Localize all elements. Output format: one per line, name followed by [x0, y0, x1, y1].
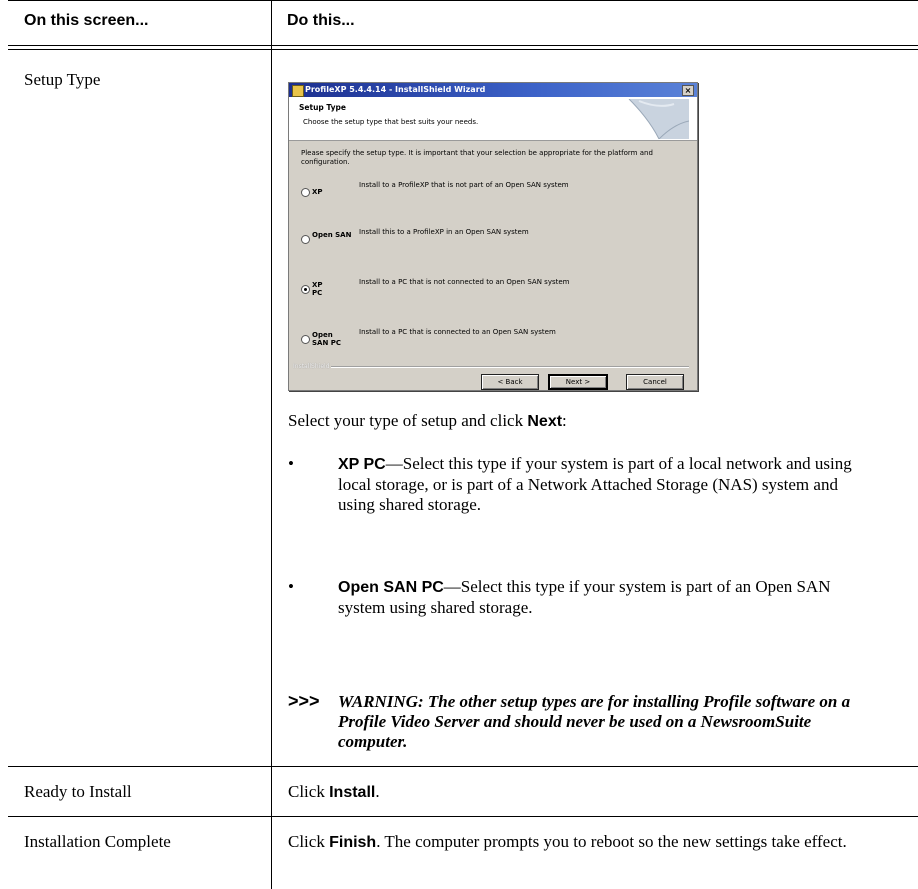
row-screen-installation-complete: Installation Complete — [24, 832, 171, 851]
setup-instruction-next: Next — [527, 413, 563, 430]
option-xp-desc: Install to a ProfileXP that is not part … — [359, 181, 569, 189]
installer-icon — [292, 85, 304, 97]
action-text: Click — [288, 832, 330, 851]
action-period: . — [375, 782, 380, 801]
row-action-ready-to-install: Click Install. — [288, 782, 380, 803]
installshield-brand: InstallShield — [293, 363, 330, 370]
header-double-rule-1 — [8, 45, 918, 46]
dialog-title: ProfileXP 5.4.4.14 - InstallShield Wizar… — [305, 85, 486, 94]
option-xp-pc-label: XP PC — [312, 281, 323, 297]
banner-subtitle: Choose the setup type that best suits yo… — [303, 118, 479, 126]
option-open-san-pc-label: Open SAN PC — [312, 331, 342, 347]
bullet-xp-pc-term: XP PC — [338, 456, 386, 473]
option-xp-label: XP — [312, 188, 323, 196]
action-finish: Finish — [329, 834, 377, 851]
dialog-body: Please specify the setup type. It is imp… — [289, 141, 697, 390]
setup-instruction-text: Select your type of setup and click — [288, 411, 528, 430]
row-divider-2 — [8, 816, 918, 817]
option-open-san-desc: Install this to a ProfileXP in an Open S… — [359, 228, 529, 236]
radio-xp[interactable] — [301, 188, 310, 197]
dialog-titlebar: ProfileXP 5.4.4.14 - InstallShield Wizar… — [289, 83, 697, 97]
warning-text: WARNING: The other setup types are for i… — [338, 692, 851, 751]
next-button[interactable]: Next > — [548, 374, 608, 390]
bullet-mark-1: • — [288, 454, 294, 473]
column-divider — [271, 0, 272, 889]
footer-separator — [331, 366, 689, 368]
back-button[interactable]: < Back — [481, 374, 539, 390]
action-rest: . The computer prompts you to reboot so … — [376, 832, 847, 851]
page-curl-graphic — [628, 99, 689, 139]
bullet-open-san-pc-term: Open SAN PC — [338, 579, 444, 596]
dialog-banner: Setup Type Choose the setup type that be… — [289, 97, 697, 141]
setup-instruction-colon: : — [562, 411, 567, 430]
radio-open-san[interactable] — [301, 235, 310, 244]
action-install: Install — [329, 784, 376, 801]
bullet-mark-2: • — [288, 577, 294, 596]
warning-icon: >>> — [288, 691, 320, 711]
row-screen-setup-type: Setup Type — [24, 70, 101, 89]
banner-title: Setup Type — [299, 103, 346, 112]
row-divider-1 — [8, 766, 918, 767]
close-icon: × — [682, 85, 694, 96]
header-double-rule-2 — [8, 49, 918, 50]
bullet-xp-pc: XP PC—Select this type if your system is… — [338, 454, 878, 515]
radio-xp-pc[interactable] — [301, 285, 310, 294]
column-header-screen: On this screen... — [24, 12, 149, 29]
row-action-installation-complete: Click Finish. The computer prompts you t… — [288, 832, 848, 853]
setup-instruction: Select your type of setup and click Next… — [288, 411, 567, 432]
installshield-dialog-screenshot: ProfileXP 5.4.4.14 - InstallShield Wizar… — [288, 82, 698, 391]
option-open-san-label: Open SAN — [312, 231, 352, 239]
action-text: Click — [288, 782, 330, 801]
dialog-intro: Please specify the setup type. It is imp… — [301, 149, 653, 166]
bullet-xp-pc-text: —Select this type if your system is part… — [338, 454, 852, 514]
option-xp-pc-desc: Install to a PC that is not connected to… — [359, 278, 570, 286]
option-open-san-pc-desc: Install to a PC that is connected to an … — [359, 328, 556, 336]
column-header-action: Do this... — [287, 12, 355, 29]
cancel-button[interactable]: Cancel — [626, 374, 684, 390]
radio-open-san-pc[interactable] — [301, 335, 310, 344]
bullet-open-san-pc: Open SAN PC—Select this type if your sys… — [338, 577, 878, 618]
header-top-rule — [8, 0, 918, 1]
row-screen-ready-to-install: Ready to Install — [24, 782, 132, 801]
